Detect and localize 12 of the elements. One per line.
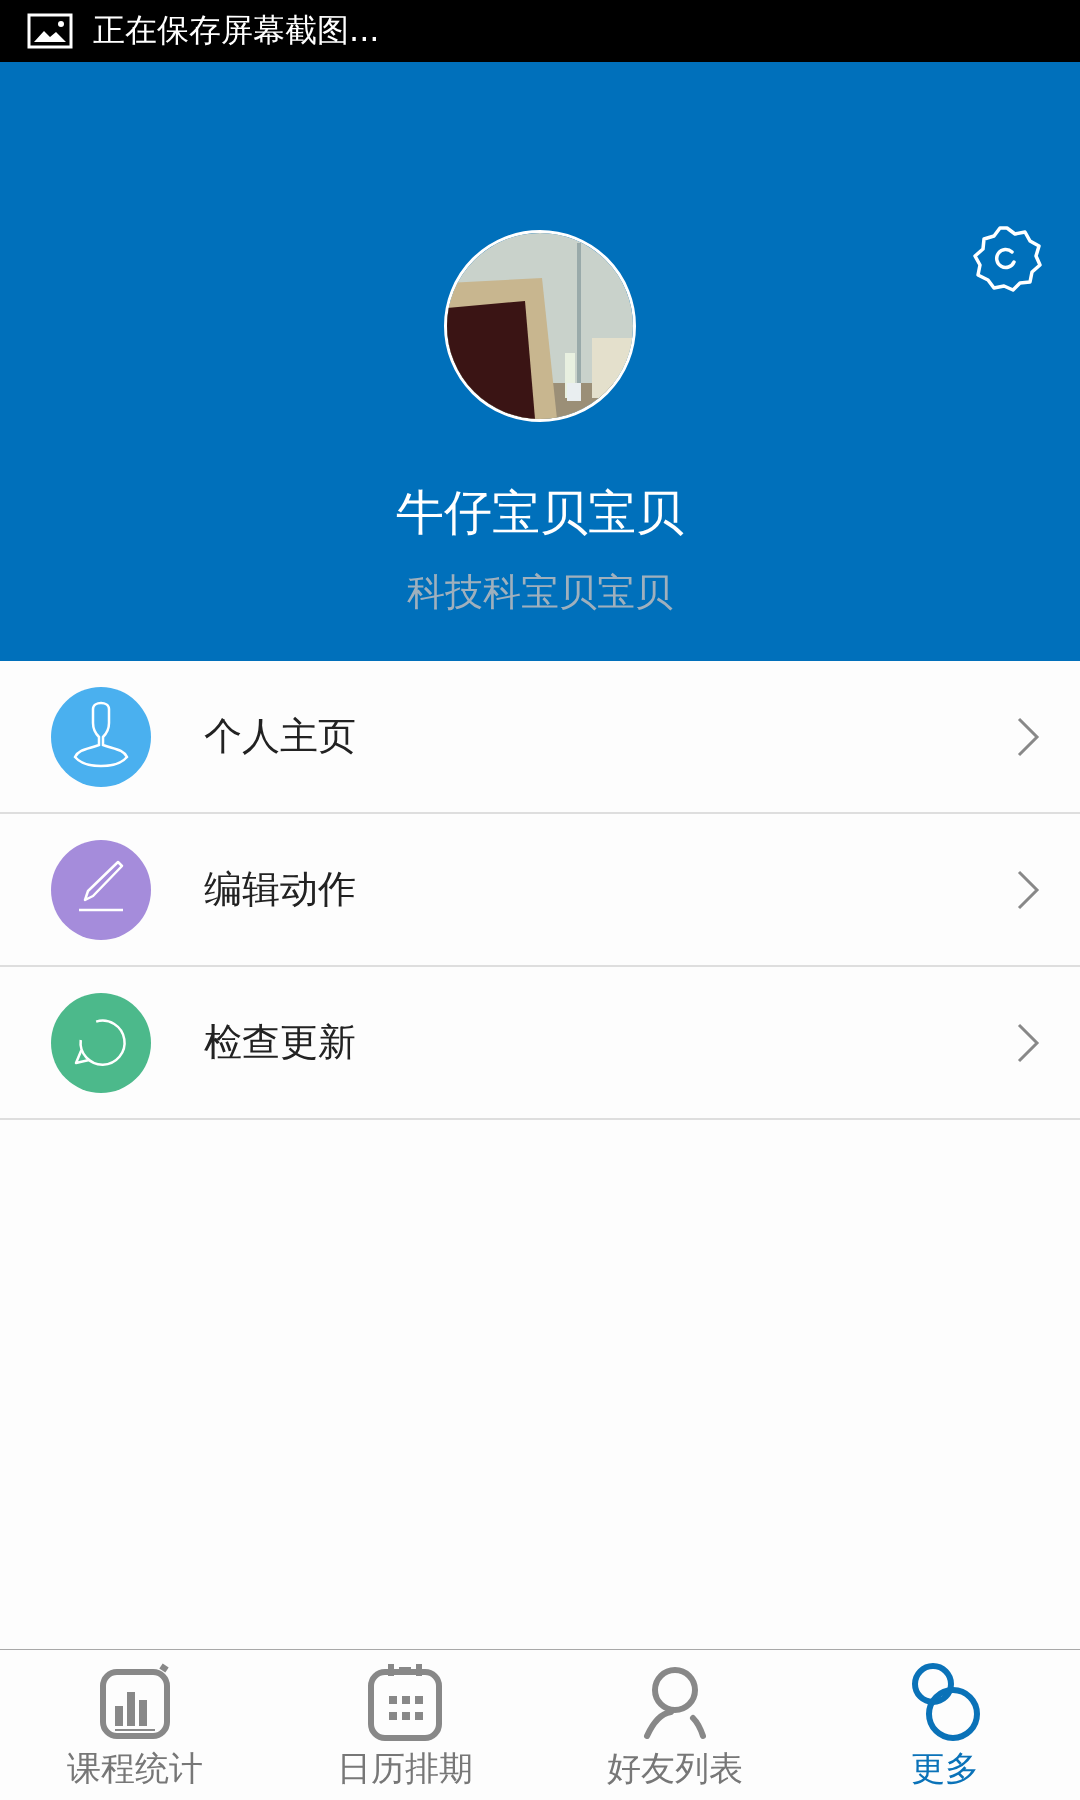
tab[interactable]: 更多: [810, 1650, 1080, 1800]
tab[interactable]: 课程统计: [0, 1650, 270, 1800]
chevron-icon: [1016, 868, 1040, 911]
user-name: 牛仔宝贝宝贝: [396, 484, 684, 542]
tab[interactable]: 好友列表: [540, 1650, 810, 1800]
user-subtitle: 科技科宝贝宝贝: [407, 569, 673, 616]
chevron-icon: [1016, 715, 1040, 758]
calendar-icon: [365, 1662, 445, 1742]
tab[interactable]: 日历排期: [270, 1650, 540, 1800]
image-icon: [27, 13, 73, 49]
chevron-icon: [1016, 1021, 1040, 1064]
notification-text: 正在保存屏幕截图...: [93, 10, 380, 51]
